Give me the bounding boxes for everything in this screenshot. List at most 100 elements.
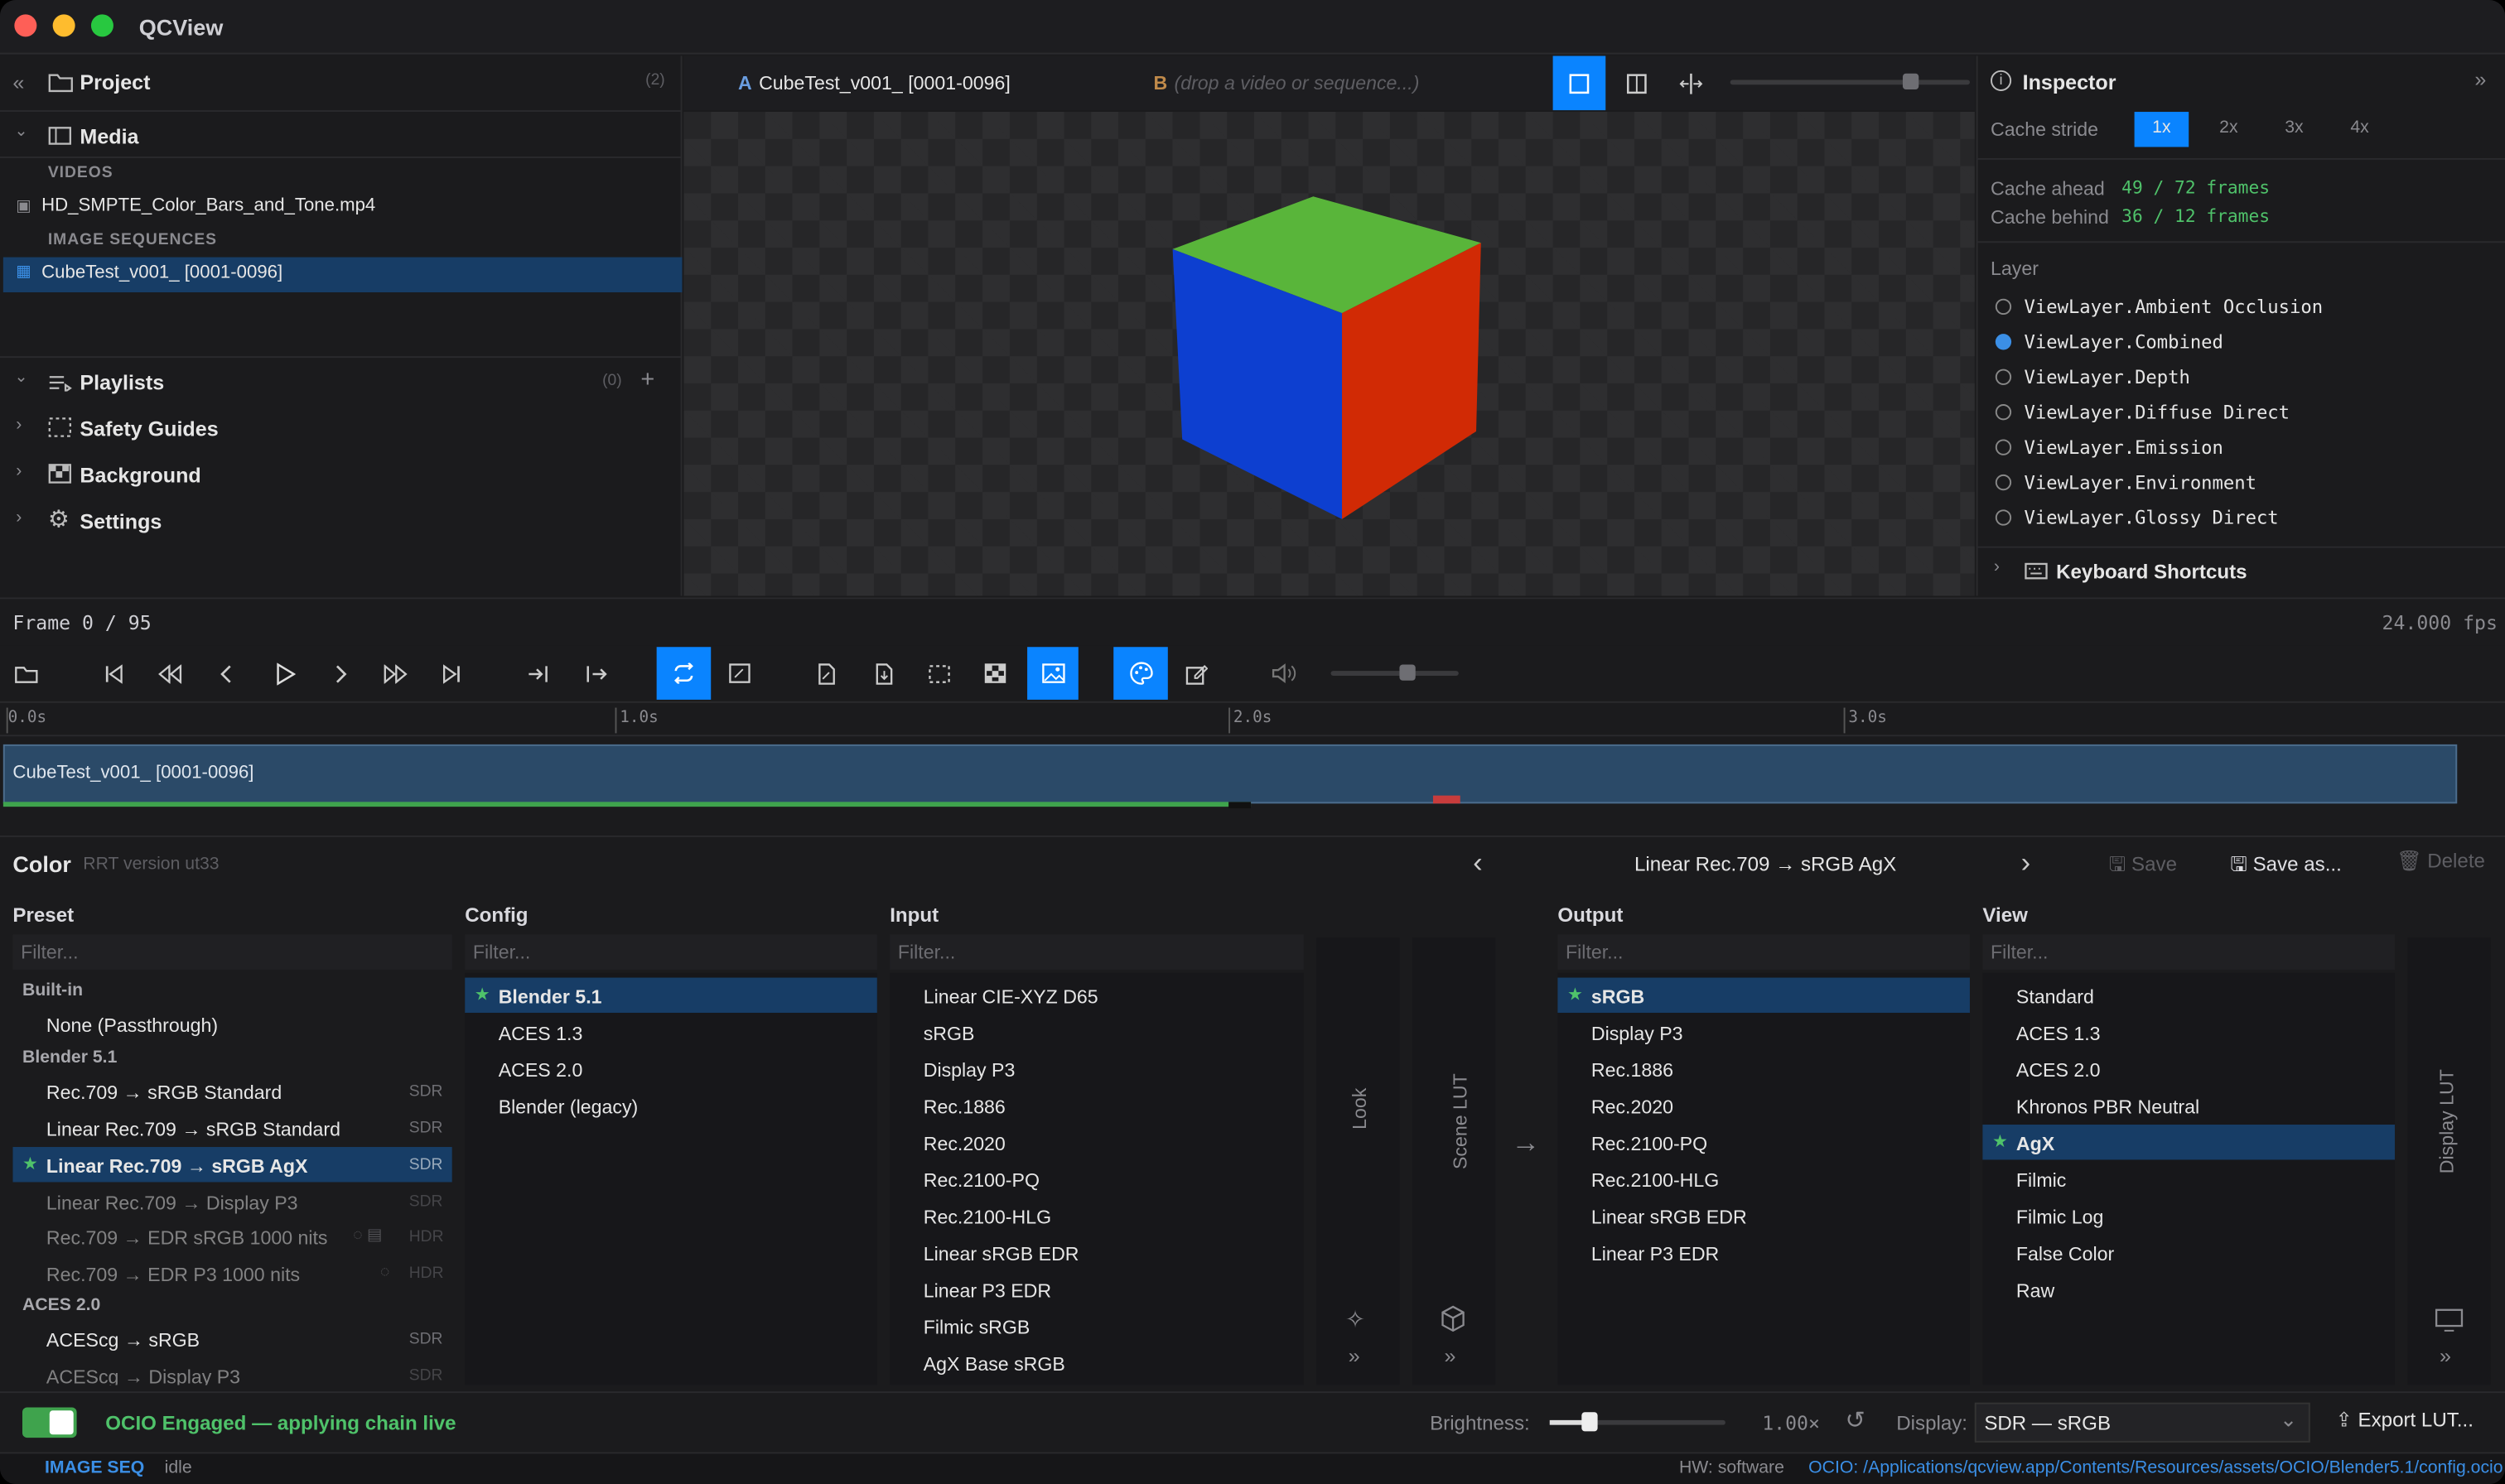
preset-item[interactable]: ACEScg → Display P3 SDR (12, 1358, 451, 1385)
look-slot[interactable]: Look ✧ » (1316, 937, 1400, 1385)
config-item[interactable]: ACES 1.3 (465, 1014, 877, 1049)
delete-button[interactable]: 🗑 Delete (2396, 850, 2485, 874)
add-playlist-button[interactable]: + (640, 366, 654, 393)
view-item[interactable]: Filmic (1982, 1161, 2395, 1196)
chevron-right-icon[interactable]: › (1994, 557, 2000, 576)
output-item-selected[interactable]: ★ sRGB (1557, 977, 1970, 1013)
output-item[interactable]: Linear sRGB EDR (1557, 1198, 1970, 1233)
config-item-selected[interactable]: ★ Blender 5.1 (465, 977, 877, 1013)
checker-toggle[interactable] (970, 647, 1021, 700)
preset-item[interactable]: Rec.709 → sRGB Standard SDR (12, 1073, 451, 1108)
playlists-label[interactable]: Playlists (80, 371, 164, 395)
view-item[interactable]: Standard (1982, 978, 2395, 1013)
output-filter-input[interactable]: Filter... (1557, 934, 1970, 970)
set-in-point-button[interactable] (513, 647, 564, 700)
view-item[interactable]: Khronos PBR Neutral (1982, 1088, 2395, 1123)
input-item[interactable]: sRGB (890, 1014, 1304, 1049)
chevron-right-icon[interactable]: › (16, 508, 22, 527)
wipe-view-button[interactable] (1665, 56, 1718, 111)
chevron-right-icon[interactable]: › (16, 416, 22, 435)
monitor-icon[interactable] (2435, 1308, 2464, 1332)
input-item[interactable]: Display P3 (890, 1051, 1304, 1086)
playhead-marker[interactable] (1228, 802, 1252, 809)
layer-item[interactable]: ViewLayer.Environment (1978, 465, 2505, 499)
save-as-button[interactable]: 🖫 Save as... (2230, 850, 2341, 884)
input-filter-input[interactable]: Filter... (890, 934, 1304, 970)
layer-item[interactable]: ViewLayer.Glossy Direct (1978, 500, 2505, 535)
output-item[interactable]: Rec.2020 (1557, 1088, 1970, 1123)
view-item-selected[interactable]: ★ AgX (1982, 1125, 2395, 1160)
keyboard-shortcuts-label[interactable]: Keyboard Shortcuts (2056, 561, 2247, 583)
stride-1x-button[interactable]: 1x (2134, 112, 2189, 147)
preset-item[interactable]: None (Passthrough) (12, 1006, 451, 1041)
stride-2x-button[interactable]: 2x (2202, 112, 2256, 147)
viewer-canvas[interactable] (683, 112, 1975, 596)
config-item[interactable]: ACES 2.0 (465, 1051, 877, 1086)
background-label[interactable]: Background (80, 463, 200, 487)
config-filter-input[interactable]: Filter... (465, 934, 877, 970)
video-item[interactable]: HD_SMPTE_Color_Bars_and_Tone.mp4 (41, 196, 375, 215)
single-view-button[interactable] (1552, 55, 1606, 111)
input-item[interactable]: Rec.1886 (890, 1088, 1304, 1123)
expand-look-icon[interactable]: » (1349, 1343, 1360, 1367)
preset-item[interactable]: Rec.709 → EDR P3 1000 nits ◌ HDR (12, 1255, 451, 1290)
import-file-button[interactable] (858, 647, 910, 700)
zoom-window-button[interactable] (90, 14, 113, 37)
layer-item[interactable]: ViewLayer.Depth (1978, 359, 2505, 394)
slot-b-label[interactable]: (drop a video or sequence...) (1175, 72, 1420, 94)
settings-label[interactable]: Settings (80, 509, 162, 533)
prev-preset-button[interactable]: ‹ (1473, 846, 1483, 880)
go-start-button[interactable] (88, 647, 139, 700)
step-forward-button[interactable] (315, 647, 366, 700)
export-frame-button[interactable] (800, 647, 852, 700)
play-button[interactable] (258, 647, 310, 700)
layer-item[interactable]: ViewLayer.Combined (1978, 325, 2505, 359)
output-item[interactable]: Rec.2100-PQ (1557, 1125, 1970, 1159)
color-management-toggle[interactable] (1113, 647, 1168, 700)
magic-wand-icon[interactable]: ✧ (1345, 1305, 1365, 1334)
cube-icon[interactable] (1440, 1305, 1467, 1332)
out-marker[interactable] (1432, 795, 1460, 804)
save-button[interactable]: 🖫 Save (2109, 850, 2177, 884)
timeline-clip[interactable]: CubeTest_v001_ [0001-0096] (2, 744, 2458, 804)
viewer-zoom-slider[interactable] (1730, 73, 1970, 90)
next-preset-button[interactable]: › (2021, 846, 2031, 880)
input-item[interactable]: Linear CIE-XYZ D65 (890, 978, 1304, 1013)
preset-item[interactable]: ACEScg → sRGB SDR (12, 1321, 451, 1356)
chevron-down-icon[interactable]: ⌄ (14, 123, 27, 141)
input-item[interactable]: Linear P3 EDR (890, 1271, 1304, 1306)
slider-knob[interactable] (1399, 664, 1416, 681)
output-item[interactable]: Rec.2100-HLG (1557, 1161, 1970, 1196)
ocio-toggle[interactable] (22, 1407, 77, 1438)
preset-item[interactable]: Rec.709 → EDR sRGB 1000 nits ◌ ▤ HDR (12, 1219, 451, 1254)
input-item[interactable]: Rec.2100-HLG (890, 1198, 1304, 1233)
volume-slider[interactable] (1330, 664, 1459, 681)
expand-scene-lut-icon[interactable]: » (1444, 1343, 1455, 1367)
layer-item[interactable]: ViewLayer.Diffuse Direct (1978, 394, 2505, 429)
loop-toggle[interactable] (656, 647, 712, 700)
split-view-button[interactable] (1610, 56, 1663, 111)
close-window-button[interactable] (14, 14, 37, 37)
layer-item[interactable]: ViewLayer.Ambient Occlusion (1978, 289, 2505, 324)
output-item[interactable]: Rec.1886 (1557, 1051, 1970, 1086)
preset-filter-input[interactable]: Filter... (12, 934, 452, 970)
mute-toggle[interactable] (1259, 647, 1310, 700)
safe-area-toggle[interactable] (914, 647, 965, 700)
brightness-slider[interactable] (1549, 1412, 1726, 1432)
step-back-button[interactable] (201, 647, 253, 700)
input-item[interactable]: Linear sRGB EDR (890, 1235, 1304, 1270)
rewind-button[interactable] (144, 647, 195, 700)
set-out-point-button[interactable] (571, 647, 622, 700)
view-item[interactable]: Filmic Log (1982, 1198, 2395, 1233)
stride-4x-button[interactable]: 4x (2333, 112, 2387, 147)
layer-item[interactable]: ViewLayer.Emission (1978, 430, 2505, 465)
config-item[interactable]: Blender (legacy) (465, 1088, 877, 1123)
view-item[interactable]: Raw (1982, 1271, 2395, 1306)
display-select[interactable]: SDR — sRGB ⌄ (1974, 1402, 2310, 1443)
display-lut-slot[interactable]: Display LUT » (2407, 937, 2491, 1385)
fast-forward-button[interactable] (370, 647, 422, 700)
preset-item-selected[interactable]: ★ Linear Rec.709 → sRGB AgX SDR (12, 1147, 452, 1183)
export-lut-button[interactable]: ⇪ Export LUT... (2336, 1407, 2474, 1431)
view-item[interactable]: ACES 2.0 (1982, 1051, 2395, 1086)
preset-item[interactable]: Linear Rec.709 → Display P3 SDR (12, 1183, 451, 1218)
